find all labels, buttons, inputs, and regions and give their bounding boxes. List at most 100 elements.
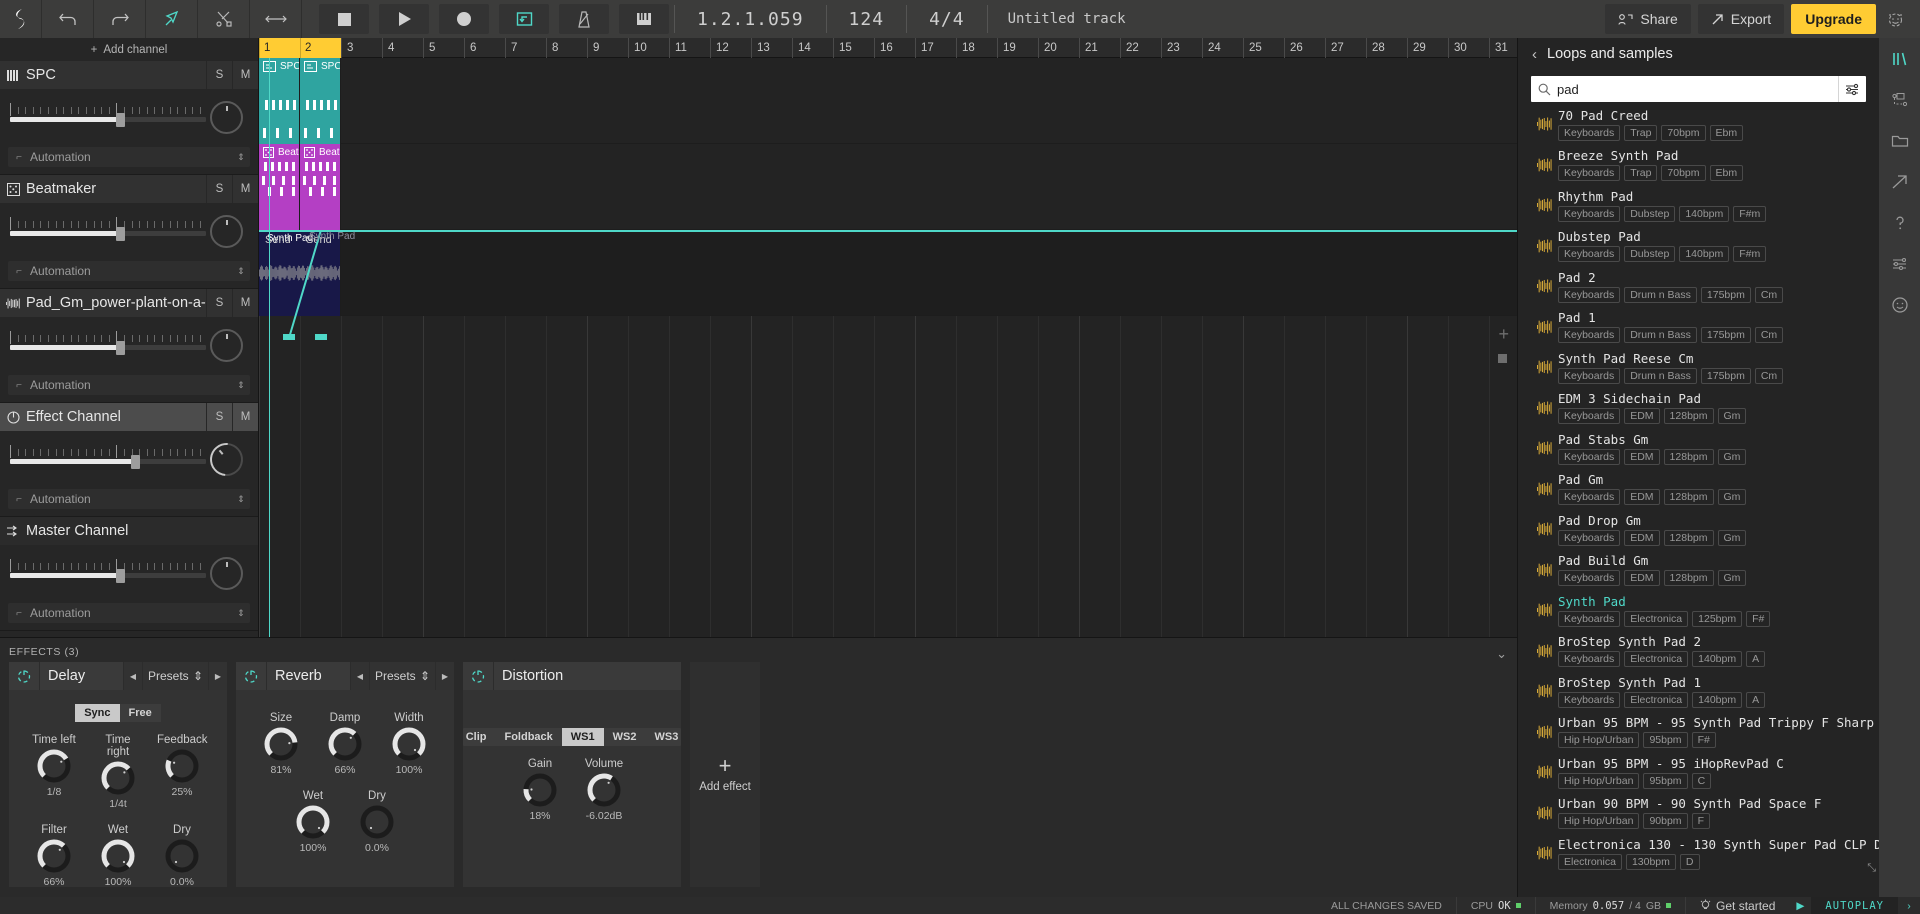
pan-knob[interactable] bbox=[210, 215, 243, 248]
loop-item-2[interactable]: Rhythm Pad Keyboards Dubstep 140bpm F#m bbox=[1518, 185, 1879, 226]
bar-tick[interactable]: 18 bbox=[956, 38, 997, 58]
waveform-icon[interactable] bbox=[1532, 725, 1558, 739]
track-lane-1[interactable] bbox=[259, 144, 1517, 230]
knob-dial[interactable] bbox=[37, 749, 71, 783]
loop-item-3[interactable]: Dubstep Pad Keyboards Dubstep 140bpm F#m bbox=[1518, 226, 1879, 267]
chevron-updown-icon[interactable]: ⇕ bbox=[232, 152, 250, 163]
loop-item-17[interactable]: Urban 90 BPM - 90 Synth Pad Space F Hip … bbox=[1518, 793, 1879, 834]
account-avatar[interactable] bbox=[1876, 10, 1914, 29]
mode-option-clip[interactable]: Clip bbox=[463, 728, 496, 746]
waveform-icon[interactable] bbox=[1532, 158, 1558, 172]
fader-rail[interactable] bbox=[10, 227, 206, 241]
waveform-icon[interactable] bbox=[1532, 806, 1558, 820]
waveform-icon[interactable] bbox=[1532, 563, 1558, 577]
timeline-marker[interactable] bbox=[1498, 354, 1507, 363]
knob-dial[interactable] bbox=[165, 839, 199, 873]
chevron-updown-icon[interactable]: ⇕ bbox=[232, 608, 250, 619]
loop-item-7[interactable]: EDM 3 Sidechain Pad Keyboards EDM 128bpm Gm bbox=[1518, 388, 1879, 429]
fader-handle[interactable] bbox=[115, 341, 125, 355]
automation-row[interactable]: ⌐ Automation ⇕ bbox=[8, 489, 250, 509]
mute-button[interactable]: M bbox=[232, 61, 258, 89]
timeline-ruler[interactable]: 1 2 3 4 5 6 7 8 9 10 11 12 13 14 15 16 17 18 19 20 21 22 23 24… bbox=[259, 38, 1517, 69]
mode-segmented-control[interactable]: Clip Foldback WS1 WS2 WS3 bbox=[463, 728, 681, 746]
chevron-updown-icon[interactable]: ⇕ bbox=[232, 380, 250, 391]
waveform-icon[interactable] bbox=[1532, 117, 1558, 131]
knob-damp[interactable]: Damp 66% bbox=[320, 712, 370, 776]
pointer-tool-button[interactable] bbox=[146, 0, 198, 38]
solo-button[interactable]: S bbox=[206, 403, 232, 431]
mode-option-sync[interactable]: Sync bbox=[75, 704, 120, 722]
knob-dial[interactable] bbox=[101, 839, 135, 873]
channel-header[interactable]: Effect Channel S M bbox=[0, 403, 258, 431]
collaborate-icon[interactable] bbox=[1879, 79, 1920, 120]
chevron-left-icon[interactable]: ‹ bbox=[1532, 46, 1537, 63]
knob-wet[interactable]: Wet 100% bbox=[93, 824, 143, 888]
time-signature[interactable]: 4/4 bbox=[907, 0, 987, 38]
autoplay-next-button[interactable]: › bbox=[1898, 897, 1920, 914]
loop-item-0[interactable]: 70 Pad Creed Keyboards Trap 70bpm Ebm bbox=[1518, 104, 1879, 145]
knob-dial[interactable] bbox=[37, 839, 71, 873]
clip-0[interactable]: SPC bbox=[259, 58, 300, 144]
clip-3[interactable]: Beatmaker bbox=[300, 144, 341, 230]
channel-header[interactable]: SPC S M bbox=[0, 61, 258, 89]
track-lane-2[interactable] bbox=[259, 230, 1517, 316]
redo-button[interactable] bbox=[94, 0, 146, 38]
playhead[interactable] bbox=[269, 58, 271, 638]
bar-tick[interactable]: 16 bbox=[874, 38, 915, 58]
loop-item-9[interactable]: Pad Gm Keyboards EDM 128bpm Gm bbox=[1518, 469, 1879, 510]
channel-name[interactable]: SPC bbox=[26, 67, 206, 83]
knob-size[interactable]: Size 81% bbox=[256, 712, 306, 776]
knob-dial[interactable] bbox=[587, 773, 621, 807]
add-track-button[interactable]: + bbox=[1498, 324, 1509, 345]
bar-tick[interactable]: 11 bbox=[669, 38, 710, 58]
volume-fader[interactable] bbox=[10, 217, 206, 241]
status-expand-button[interactable]: ▶ bbox=[1789, 897, 1811, 914]
undo-button[interactable] bbox=[42, 0, 94, 38]
bar-tick[interactable]: 25 bbox=[1243, 38, 1284, 58]
knob-dial[interactable] bbox=[392, 727, 426, 761]
preset-dropdown[interactable]: Presets ⇕ bbox=[369, 662, 435, 690]
knob-dry[interactable]: Dry 0.0% bbox=[352, 790, 402, 854]
waveform-icon[interactable] bbox=[1532, 360, 1558, 374]
pan-knob[interactable] bbox=[210, 557, 243, 590]
loop-item-13[interactable]: BroStep Synth Pad 2 Keyboards Electronica… bbox=[1518, 631, 1879, 672]
mode-option-free[interactable]: Free bbox=[119, 704, 161, 722]
playhead-position[interactable]: 1.2.1.059 bbox=[675, 0, 826, 38]
bar-tick[interactable] bbox=[259, 38, 300, 58]
bar-tick[interactable] bbox=[300, 38, 341, 58]
tempo-value[interactable]: 124 bbox=[827, 0, 907, 38]
resize-tool-button[interactable] bbox=[250, 0, 302, 38]
share-button[interactable]: Share bbox=[1605, 4, 1691, 34]
loop-button[interactable] bbox=[494, 0, 554, 38]
knob-dial[interactable] bbox=[328, 727, 362, 761]
bar-tick[interactable]: 24 bbox=[1202, 38, 1243, 58]
preset-dropdown[interactable]: Presets ⇕ bbox=[142, 662, 208, 690]
master-channel-header[interactable]: Master Channel bbox=[0, 517, 258, 545]
fader-rail[interactable] bbox=[10, 455, 206, 469]
waveform-icon[interactable] bbox=[1532, 482, 1558, 496]
app-logo[interactable] bbox=[0, 0, 42, 38]
search-input[interactable] bbox=[1557, 76, 1838, 102]
preset-next-button[interactable]: ▶ bbox=[208, 662, 227, 690]
loop-item-6[interactable]: Synth Pad Reese Cm Keyboards Drum n Bass 1… bbox=[1518, 347, 1879, 388]
autoplay-button[interactable]: AUTOPLAY bbox=[1811, 897, 1898, 914]
bar-tick[interactable]: 14 bbox=[792, 38, 833, 58]
mode-option-ws1[interactable]: WS1 bbox=[561, 728, 604, 746]
waveform-icon[interactable] bbox=[1532, 320, 1558, 334]
bar-tick[interactable]: 19 bbox=[997, 38, 1038, 58]
waveform-icon[interactable] bbox=[1532, 765, 1558, 779]
search-bar[interactable] bbox=[1531, 76, 1866, 102]
preset-selector[interactable]: ◀ Presets ⇕ ▶ bbox=[123, 662, 227, 690]
knob-dry[interactable]: Dry 0.0% bbox=[157, 824, 207, 888]
knob-filter[interactable]: Filter 66% bbox=[29, 824, 79, 888]
bar-tick[interactable]: 5 bbox=[423, 38, 464, 58]
preset-selector[interactable]: ◀ Presets ⇕ ▶ bbox=[350, 662, 454, 690]
waveform-icon[interactable] bbox=[1532, 401, 1558, 415]
fader-rail[interactable] bbox=[10, 569, 206, 583]
bar-tick[interactable]: 6 bbox=[464, 38, 505, 58]
waveform-icon[interactable] bbox=[1532, 279, 1558, 293]
bar-tick[interactable]: 23 bbox=[1161, 38, 1202, 58]
preset-next-button[interactable]: ▶ bbox=[435, 662, 454, 690]
power-toggle[interactable] bbox=[9, 669, 39, 683]
bar-tick[interactable]: 7 bbox=[505, 38, 546, 58]
